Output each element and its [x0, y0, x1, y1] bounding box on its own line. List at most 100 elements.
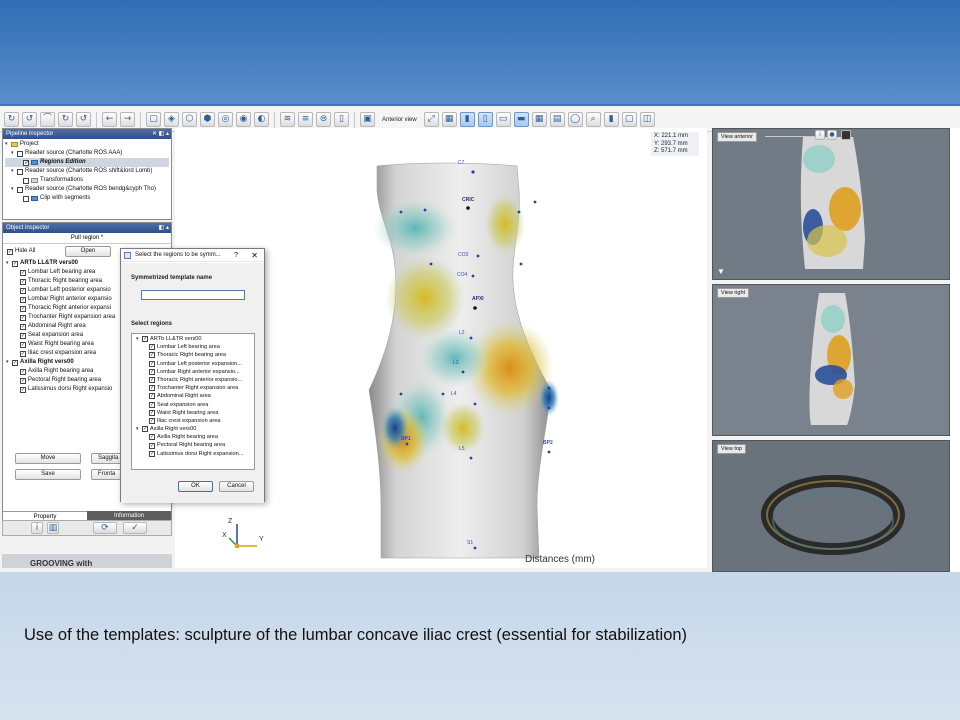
view-anterior-panel[interactable]: View anterior i ● ▼ [712, 128, 950, 280]
checkbox[interactable] [17, 168, 23, 175]
checkbox-checked[interactable]: ✓ [20, 386, 26, 393]
select-icon[interactable]: ▢ [146, 112, 161, 127]
export-icon[interactable]: ▢ [621, 112, 637, 127]
zoom-icon[interactable]: ⌕ [585, 112, 601, 127]
tree-item-reader-lomb[interactable]: ▾ Reader source (Charlotte ROS shift&lord… [5, 167, 169, 176]
lasso-icon[interactable]: ◯ [567, 112, 583, 127]
checkbox-checked[interactable]: ✓ [20, 296, 26, 303]
dark-mode-icon[interactable] [841, 130, 851, 140]
checkbox-checked[interactable]: ✓ [149, 434, 155, 441]
checkbox-checked[interactable]: ✓ [149, 352, 155, 359]
tree-item-clip-segments[interactable]: Clip with segments [5, 194, 169, 203]
view-top-panel[interactable]: View top [712, 440, 950, 572]
split-view-icon[interactable]: ◫ [639, 112, 655, 127]
checkbox-checked[interactable]: ✓ [142, 336, 148, 343]
view-icon[interactable]: ▣ [360, 112, 375, 127]
checkbox-checked[interactable]: ✓ [20, 305, 26, 312]
checkbox-checked[interactable]: ✓ [20, 341, 26, 348]
rotate-view-icon[interactable]: ↺ [76, 112, 91, 127]
region-item[interactable]: ✓ Pectoral Right bearing area [134, 441, 252, 449]
sphere-icon[interactable]: ◎ [218, 112, 233, 127]
redo-icon[interactable]: → [120, 112, 135, 127]
front-view-icon[interactable]: ▦ [441, 112, 457, 127]
rotate-x-icon[interactable]: ↻ [4, 112, 19, 127]
object-icon[interactable]: ◉ [236, 112, 251, 127]
move-button[interactable]: Move [15, 453, 81, 464]
view-selector[interactable]: Anterior view [378, 117, 421, 123]
refresh-icon[interactable]: ⟳ [93, 522, 117, 534]
checkbox[interactable] [17, 150, 23, 157]
checkbox-checked[interactable]: ✓ [149, 385, 155, 392]
undo-icon[interactable]: ← [102, 112, 117, 127]
checkbox-checked[interactable]: ✓ [20, 377, 26, 384]
checkbox[interactable] [23, 177, 29, 184]
tube-icon[interactable]: ▯ [334, 112, 349, 127]
measure-icon[interactable]: ◐ [254, 112, 269, 127]
checkbox[interactable] [23, 195, 29, 202]
region-item[interactable]: ✓ Seat expansion area [134, 401, 252, 409]
checkbox-checked[interactable]: ✓ [12, 359, 18, 366]
region-item[interactable]: ✓ Lombar Right anterior expansio... [134, 368, 252, 376]
checkbox-checked[interactable]: ✓ [149, 377, 155, 384]
slice-icon[interactable]: ≋ [280, 112, 295, 127]
region-item[interactable]: ✓ Abdominal Right area [134, 392, 252, 400]
checkbox-checked[interactable]: ✓ [149, 409, 155, 416]
sphere-icon[interactable]: ● [827, 130, 837, 140]
checkbox-checked[interactable]: ✓ [149, 442, 155, 449]
checkbox-checked[interactable]: ✓ [20, 314, 26, 321]
region-item[interactable]: ✓ Axilla Right bearing area [134, 433, 252, 441]
view-right-panel[interactable]: View right [712, 284, 950, 436]
back-view-icon[interactable]: ▯ [477, 112, 493, 127]
checkbox-checked[interactable]: ✓ [20, 287, 26, 294]
checkbox-checked[interactable]: ✓ [7, 248, 13, 255]
region-item[interactable]: ✓ Waist Right bearing area [134, 409, 252, 417]
region-item[interactable]: ✓ Latissimus dorsi Right expansion... [134, 450, 252, 458]
color-map-icon[interactable]: ▮ [603, 112, 619, 127]
close-icon[interactable]: ✕ [251, 249, 258, 262]
save-button[interactable]: Save [15, 469, 81, 480]
side-view-icon[interactable]: ▮ [459, 112, 475, 127]
mesh-icon[interactable]: ◈ [164, 112, 179, 127]
triangle-down-icon[interactable]: ▼ [717, 267, 725, 276]
apply-check-icon[interactable]: ✓ [123, 522, 147, 534]
cube-icon[interactable]: ⬡ [182, 112, 197, 127]
region-item[interactable]: ✓ Thoracic Right anterior expansio... [134, 376, 252, 384]
rotate-z-icon[interactable]: ↻ [58, 112, 73, 127]
checkbox-checked[interactable]: ✓ [149, 344, 155, 351]
dialog-group-axilla[interactable]: ▾ ✓ Axilla Right vers00 [134, 425, 252, 433]
region-item[interactable]: ✓ Iliac crest expansion area [134, 417, 252, 425]
checkbox-checked[interactable]: ✓ [149, 417, 155, 424]
checkbox[interactable] [17, 186, 23, 193]
rotate-y-icon[interactable]: ↺ [22, 112, 37, 127]
region-item[interactable]: ✓ Trochanter Right expansion area [134, 384, 252, 392]
tree-item-transformations[interactable]: Transformations [5, 176, 169, 185]
panel-controls[interactable]: ◧ ▴ [159, 223, 169, 233]
top-view-icon[interactable]: ▭ [495, 112, 511, 127]
region-item[interactable]: ✓ Lombar Left posterior expansion... [134, 360, 252, 368]
checkbox-checked[interactable]: ✓ [142, 426, 148, 433]
info-icon[interactable]: i [31, 522, 43, 534]
checkbox-checked[interactable]: ✓ [12, 260, 18, 267]
cancel-button[interactable]: Cancel [219, 481, 254, 492]
help-icon[interactable]: ? [234, 249, 238, 262]
hide-all-toggle[interactable]: ✓ Hide All [7, 247, 35, 256]
checkbox-checked[interactable]: ✓ [149, 450, 155, 457]
layers-icon[interactable]: ≡ [298, 112, 313, 127]
template-name-input[interactable] [141, 290, 245, 300]
region-item[interactable]: ✓ Lombar Left bearing area [134, 343, 252, 351]
tree-item-regions-edition[interactable]: ✓ Regions Edition [5, 158, 169, 167]
table-icon[interactable]: ▤ [549, 112, 565, 127]
checkbox-checked[interactable]: ✓ [23, 159, 29, 166]
ok-button[interactable]: OK [178, 481, 213, 492]
region-item[interactable]: ✓ Thoracic Right bearing area [134, 351, 252, 359]
tree-item-project[interactable]: ▾ Project [5, 140, 169, 149]
curve-tool-icon[interactable]: ⌒ [40, 112, 55, 127]
fit-view-icon[interactable]: ⤢ [423, 112, 439, 127]
checkbox-checked[interactable]: ✓ [149, 393, 155, 400]
checkbox-checked[interactable]: ✓ [20, 368, 26, 375]
shape-icon[interactable]: ⬢ [200, 112, 215, 127]
open-button[interactable]: Open [65, 246, 111, 257]
tree-item-reader-aaa[interactable]: ▾ Reader source (Charlotte ROS AAA) [5, 149, 169, 158]
trash-icon[interactable]: ▥ [47, 522, 59, 534]
checkbox-checked[interactable]: ✓ [20, 278, 26, 285]
